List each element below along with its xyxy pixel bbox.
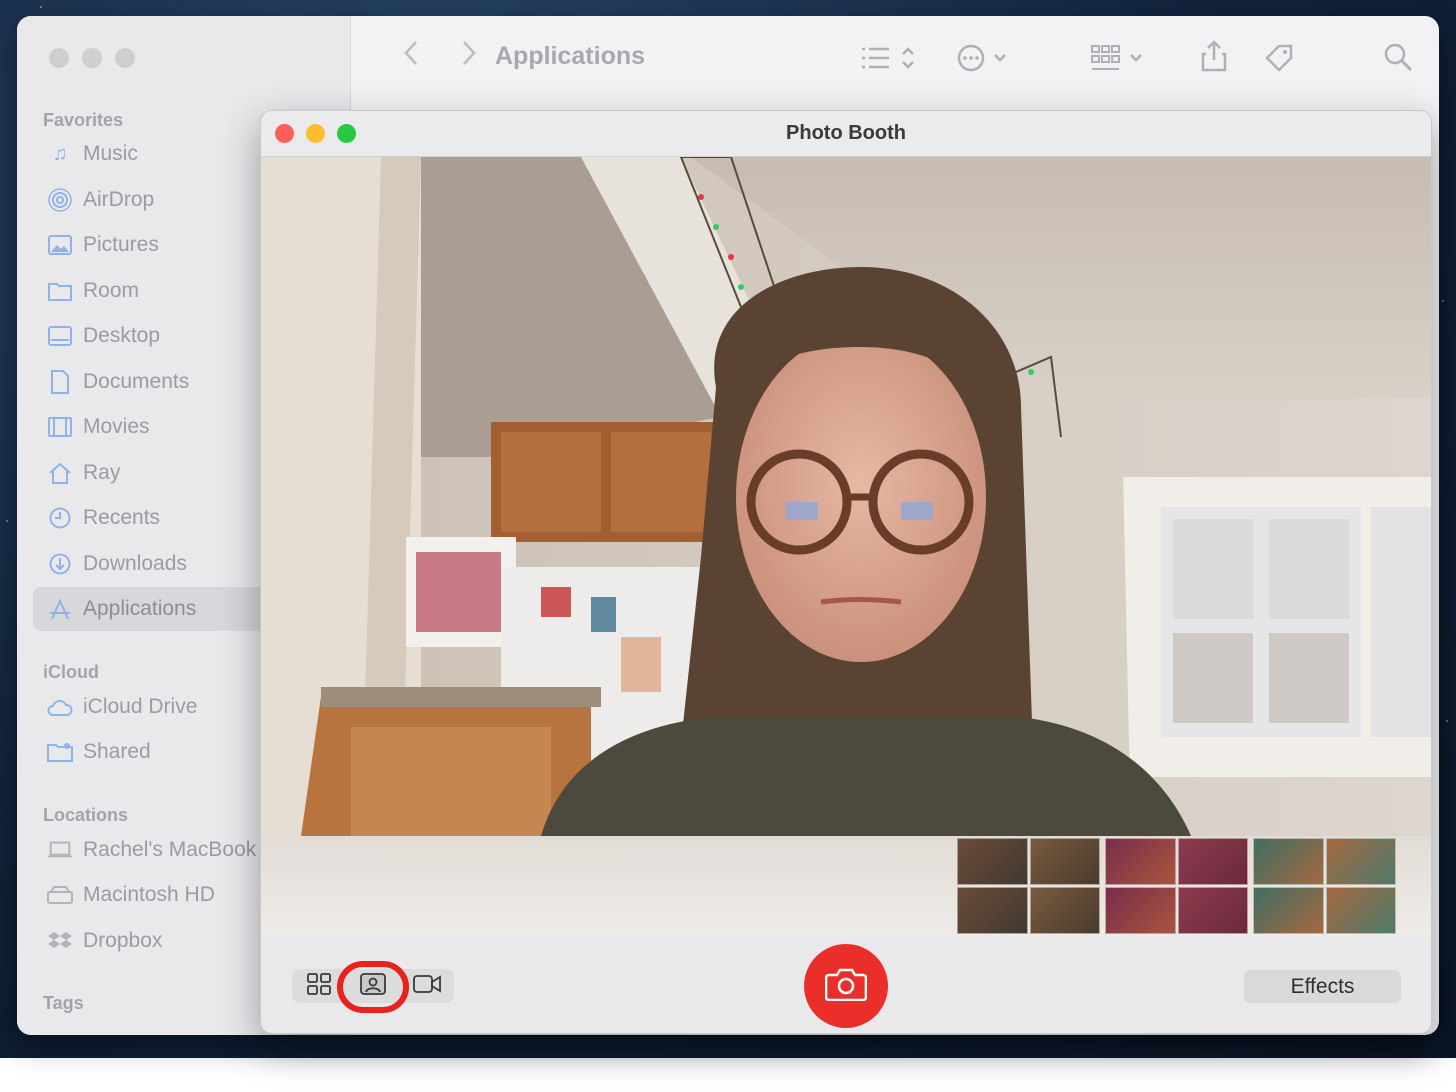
download-icon [47,551,73,577]
camera-icon [824,967,868,1006]
finder-minimize-button[interactable] [82,48,102,68]
sidebar-item-label: Room [83,279,140,302]
sidebar-item-label: Documents [83,370,190,393]
sidebar-item-label: Ray [83,461,121,484]
back-arrow-icon[interactable] [403,40,419,73]
sidebar-item-label: iCloud Drive [83,695,198,718]
pictures-icon [47,232,73,258]
sidebar-item-label: Pictures [83,233,159,256]
finder-title: Applications [495,42,646,70]
share-icon[interactable] [1201,40,1227,79]
film-icon [47,414,73,440]
sidebar-item-label: Rachel's MacBook [83,838,257,861]
sidebar-item-label: Recents [83,506,161,529]
selected-mode-highlight [337,961,409,1013]
photo-booth-titlebar: Photo Booth [261,111,1431,157]
sidebar-item-label: Applications [83,597,197,620]
cloud-icon [47,694,73,720]
finder-toolbar: Applications [351,16,1439,100]
photo-booth-controls: Effects [261,936,1431,1033]
photo-strip [261,836,1431,936]
sidebar-item-label: Shared [83,740,151,763]
sidebar-item-label: Movies [83,415,150,438]
effects-button[interactable]: Effects [1244,970,1401,1003]
photo-thumbnail[interactable] [957,838,1100,934]
disk-icon [47,882,73,908]
icloud-heading: iCloud [43,662,99,682]
shared-folder-icon [47,739,73,765]
grid-icon [307,972,331,1000]
home-icon [47,460,73,486]
more-actions-icon[interactable] [957,44,1013,79]
sidebar-item-label: Desktop [83,324,161,347]
finder-window-controls [49,48,135,68]
desktop-icon [47,323,73,349]
dropbox-icon [47,928,73,954]
sidebar-item-label: AirDrop [83,188,155,211]
clock-icon [47,505,73,531]
window-title: Photo Booth [786,122,906,144]
sidebar-item-label: Music [83,142,138,165]
list-view-icon[interactable] [861,46,921,77]
photo-thumbnail[interactable] [1253,838,1396,934]
forward-arrow-icon[interactable] [461,40,477,73]
laptop-icon [47,837,73,863]
folder-icon [47,278,73,304]
photo-thumbnail[interactable] [1105,838,1248,934]
group-view-icon[interactable] [1091,44,1151,79]
applications-icon [47,596,73,622]
search-icon[interactable] [1383,42,1413,79]
tag-icon[interactable] [1263,42,1295,81]
document-icon [47,369,73,395]
music-icon: ♫ [52,142,68,165]
tags-heading: Tags [43,993,84,1013]
photo-booth-window: Photo Booth Effects [260,110,1432,1034]
airdrop-icon [47,187,73,213]
camera-preview [261,157,1431,836]
locations-heading: Locations [43,805,129,825]
favorites-heading: Favorites [43,110,124,130]
sidebar-item-label: Downloads [83,552,187,575]
take-photo-button[interactable] [804,944,888,1028]
sidebar-item-label: Macintosh HD [83,883,215,906]
video-camera-icon [413,974,441,999]
finder-zoom-button[interactable] [115,48,135,68]
sidebar-item-label: Dropbox [83,929,163,952]
finder-close-button[interactable] [49,48,69,68]
